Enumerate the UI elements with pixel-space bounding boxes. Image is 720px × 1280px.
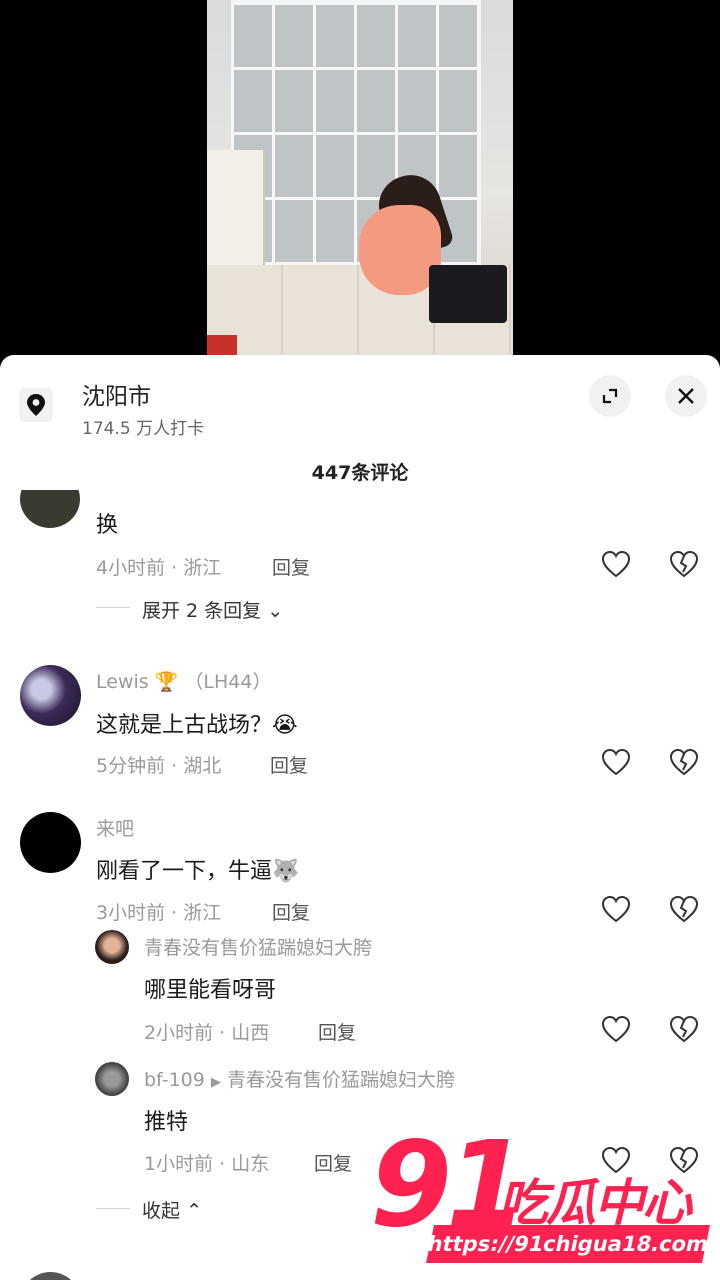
expand-icon — [602, 388, 618, 404]
username[interactable]: 青春没有售价猛踹媳妇大胯 — [144, 933, 372, 960]
avatar[interactable] — [20, 490, 80, 528]
broken-heart-icon[interactable] — [669, 1015, 699, 1043]
comment-meta: 5分钟前 · 湖北 — [96, 755, 222, 777]
comment-meta: 2小时前 · 山西 — [144, 1022, 270, 1044]
chevron-down-icon: ⌄ — [267, 600, 284, 622]
video-frame — [207, 0, 513, 355]
username[interactable]: 来吧 — [96, 814, 134, 841]
avatar[interactable] — [20, 1272, 81, 1280]
reply-button[interactable]: 回复 — [314, 1149, 352, 1176]
heart-icon[interactable] — [601, 550, 631, 578]
collapse-replies-button[interactable]: 收起 ⌃ — [142, 1196, 202, 1223]
expand-replies-label: 展开 2 条回复 — [142, 600, 262, 622]
red-mat — [207, 335, 237, 355]
comment-meta: 3小时前 · 浙江 — [96, 902, 222, 924]
username[interactable]: bf-109 — [144, 1069, 205, 1091]
close-icon — [678, 388, 694, 404]
heart-icon[interactable] — [601, 748, 631, 776]
location-title[interactable]: 沈阳市 — [82, 377, 151, 411]
comment-meta: 1小时前 · 山东 — [144, 1153, 270, 1175]
divider — [96, 607, 130, 608]
comment-text: 刚看了一下，牛逼🐺 — [96, 859, 300, 884]
broken-heart-icon[interactable] — [669, 895, 699, 923]
avatar[interactable] — [20, 665, 81, 726]
avatar[interactable] — [95, 1062, 129, 1096]
comment-text: 哪里能看呀哥 — [144, 978, 277, 1003]
divider — [96, 1208, 130, 1209]
chevron-up-icon: ⌃ — [186, 1200, 202, 1222]
broken-heart-icon[interactable] — [669, 550, 699, 578]
collapse-replies-label: 收起 — [142, 1200, 181, 1222]
avatar[interactable] — [20, 812, 81, 873]
reply-button[interactable]: 回复 — [318, 1018, 356, 1045]
caret-right-icon: ▶ — [210, 1075, 221, 1090]
suitcase — [429, 265, 507, 323]
username[interactable]: Lewis 🏆 （LH44） — [96, 667, 271, 694]
reply-button[interactable]: 回复 — [272, 898, 310, 925]
comment-text: 推特 — [144, 1110, 189, 1135]
reply-button[interactable]: 回复 — [272, 553, 310, 580]
location-checkins: 174.5 万人打卡 — [82, 419, 205, 439]
close-button[interactable] — [665, 375, 707, 417]
reply-to-username[interactable]: 青春没有售价猛踹媳妇大胯 — [227, 1069, 455, 1091]
comment-text: 这就是上古战场？😭 — [96, 713, 298, 738]
avatar[interactable] — [95, 930, 129, 964]
reply-button[interactable]: 回复 — [270, 751, 308, 778]
watermark-url: https://91chigua18.com — [425, 1225, 711, 1263]
heart-icon[interactable] — [601, 1015, 631, 1043]
watermark-logo: 91 吃瓜中心 https://91chigua18.com — [370, 1125, 715, 1270]
expand-replies-button[interactable]: 展开 2 条回复 ⌄ — [142, 596, 283, 623]
location-pin-icon[interactable] — [19, 388, 53, 422]
comment-text: 换 — [96, 513, 119, 538]
heart-icon[interactable] — [601, 895, 631, 923]
comment-meta: 4小时前 · 浙江 — [96, 557, 222, 579]
video-player[interactable] — [0, 0, 720, 355]
broken-heart-icon[interactable] — [669, 748, 699, 776]
reply-header: bf-109 ▶ 青春没有售价猛踹媳妇大胯 — [144, 1065, 455, 1092]
comment-count: 447条评论 — [311, 462, 409, 484]
expand-button[interactable] — [589, 375, 631, 417]
